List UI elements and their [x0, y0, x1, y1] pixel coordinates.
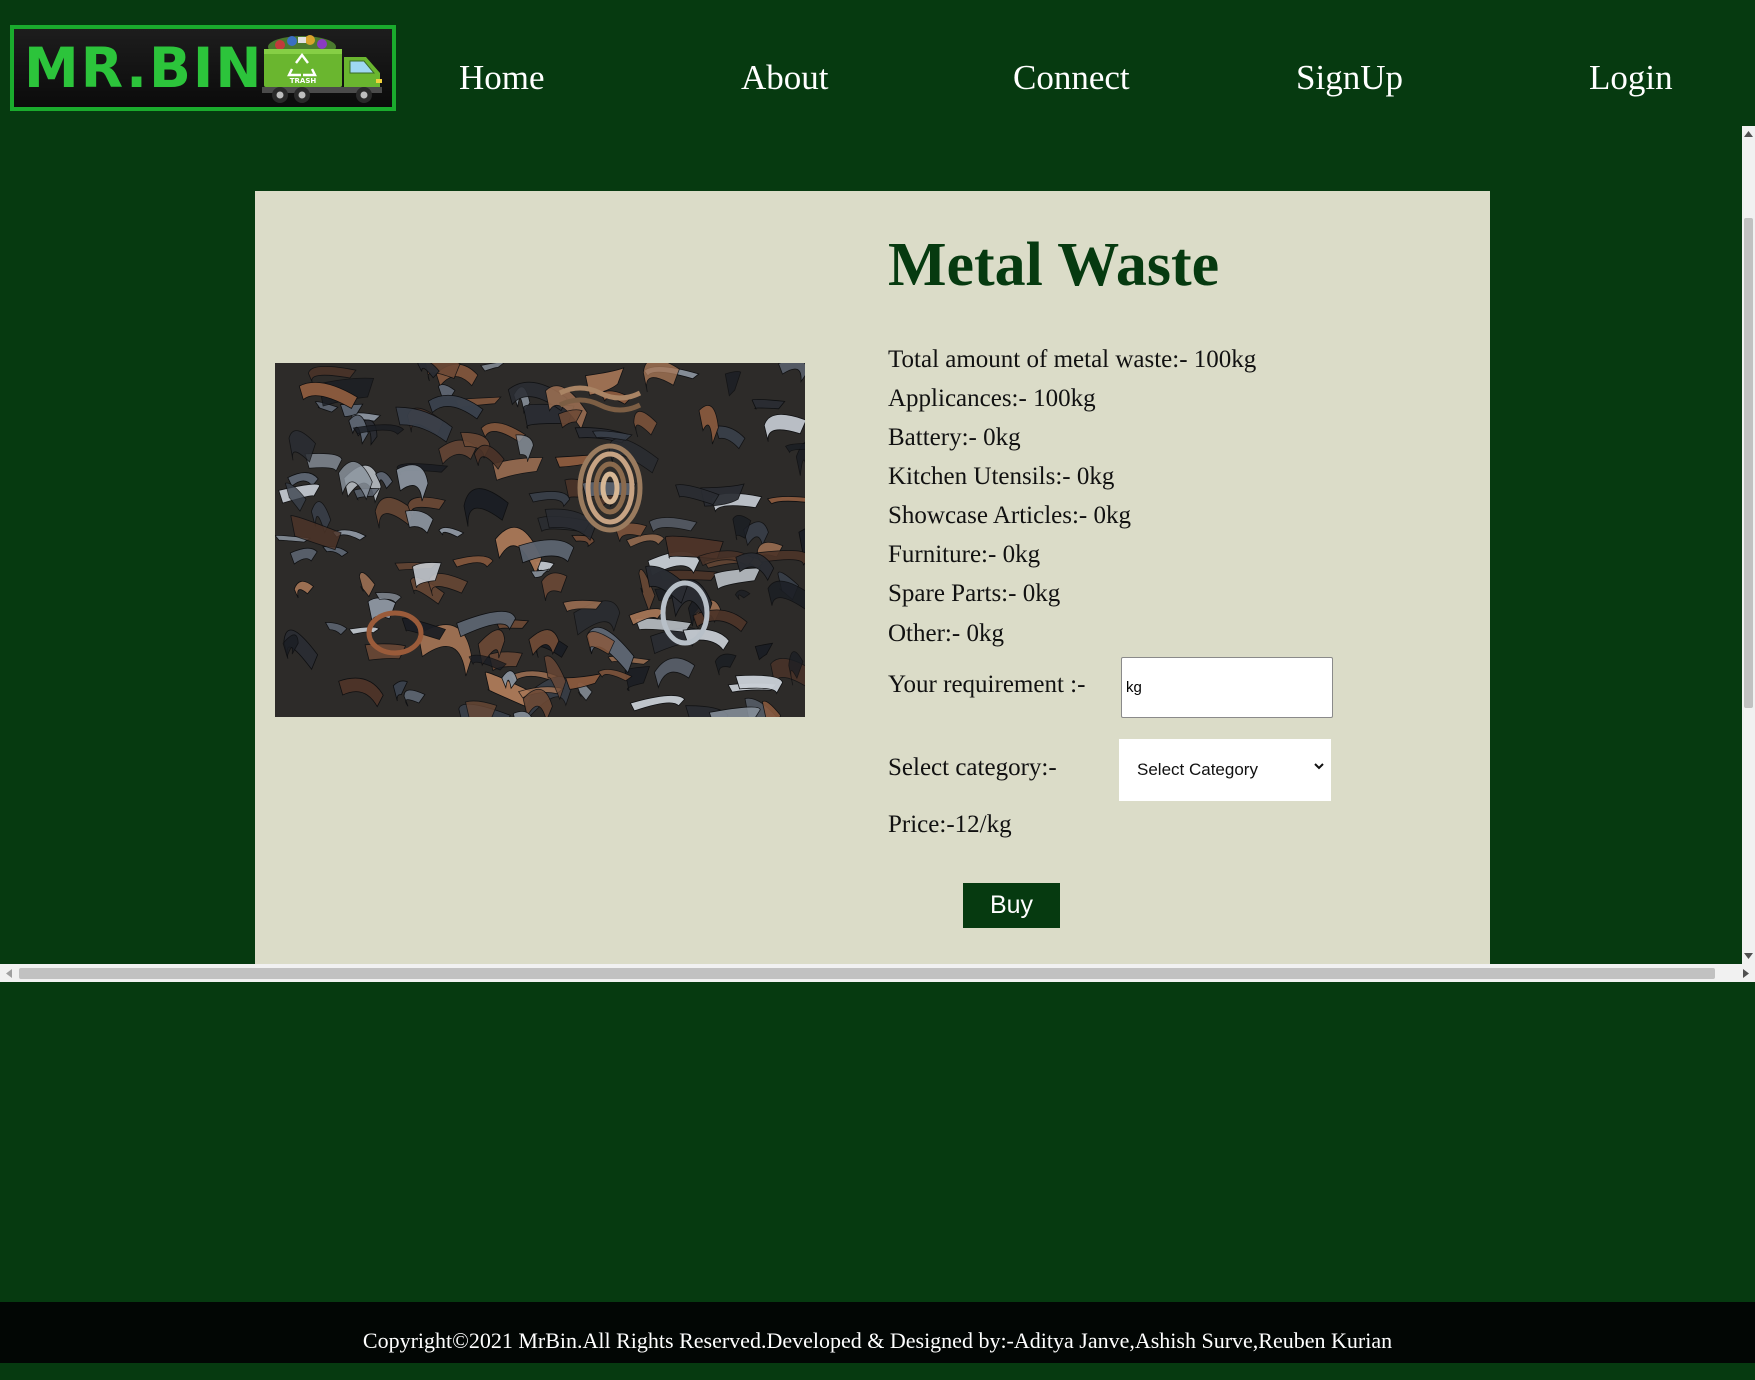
logo-text: MR.BIN: [24, 36, 264, 100]
category-select-value: Select Category: [1137, 760, 1258, 779]
detail-showcase-articles: Showcase Articles:- 0kg: [888, 502, 1132, 529]
product-card: Metal Waste Total amount of metal waste:…: [255, 191, 1490, 982]
metal-waste-image: [275, 363, 805, 717]
detail-appliances: Applicances:- 100kg: [888, 385, 1096, 412]
price-text: Price:-12/kg: [888, 811, 1012, 838]
scroll-left-icon[interactable]: [6, 969, 12, 978]
mrbin-logo[interactable]: MR.BIN TRASH: [10, 25, 396, 111]
footer-copyright: Copyright©2021 MrBin.All Rights Reserved…: [362, 1328, 1393, 1353]
detail-spare-parts: Spare Parts:- 0kg: [888, 580, 1061, 607]
buy-button[interactable]: Buy: [963, 883, 1060, 928]
scroll-down-icon[interactable]: [1744, 953, 1753, 959]
detail-kitchen-utensils: Kitchen Utensils:- 0kg: [888, 463, 1115, 490]
requirement-input[interactable]: [1121, 657, 1333, 718]
category-select[interactable]: Select Category: [1119, 739, 1331, 801]
garbage-truck-icon: TRASH: [262, 35, 382, 103]
detail-battery: Battery:- 0kg: [888, 424, 1021, 451]
horizontal-scrollbar-thumb[interactable]: [19, 968, 1715, 979]
nav-login[interactable]: Login: [1589, 58, 1673, 98]
content-viewport: Metal Waste Total amount of metal waste:…: [0, 126, 1755, 982]
nav-connect[interactable]: Connect: [1013, 58, 1130, 98]
horizontal-scrollbar[interactable]: [0, 964, 1755, 982]
chevron-down-icon: [1314, 763, 1324, 770]
requirement-label: Your requirement :-: [888, 671, 1086, 698]
vertical-scrollbar[interactable]: [1742, 126, 1755, 964]
scrap-piece: [751, 398, 786, 410]
nav-home[interactable]: Home: [459, 58, 545, 98]
detail-furniture: Furniture:- 0kg: [888, 541, 1041, 568]
category-label: Select category:-: [888, 754, 1057, 781]
scroll-right-icon[interactable]: [1743, 969, 1749, 978]
truck-label: TRASH: [290, 77, 317, 85]
product-title: Metal Waste: [888, 231, 1220, 299]
detail-other: Other:- 0kg: [888, 620, 1004, 647]
footer: Copyright©2021 MrBin.All Rights Reserved…: [0, 1302, 1755, 1363]
nav-signup[interactable]: SignUp: [1296, 58, 1403, 98]
scrap-metal-photo: [275, 363, 805, 717]
scroll-up-icon[interactable]: [1744, 131, 1753, 137]
nav-about[interactable]: About: [741, 58, 829, 98]
detail-total: Total amount of metal waste:- 100kg: [888, 346, 1257, 373]
vertical-scrollbar-thumb[interactable]: [1744, 218, 1753, 708]
